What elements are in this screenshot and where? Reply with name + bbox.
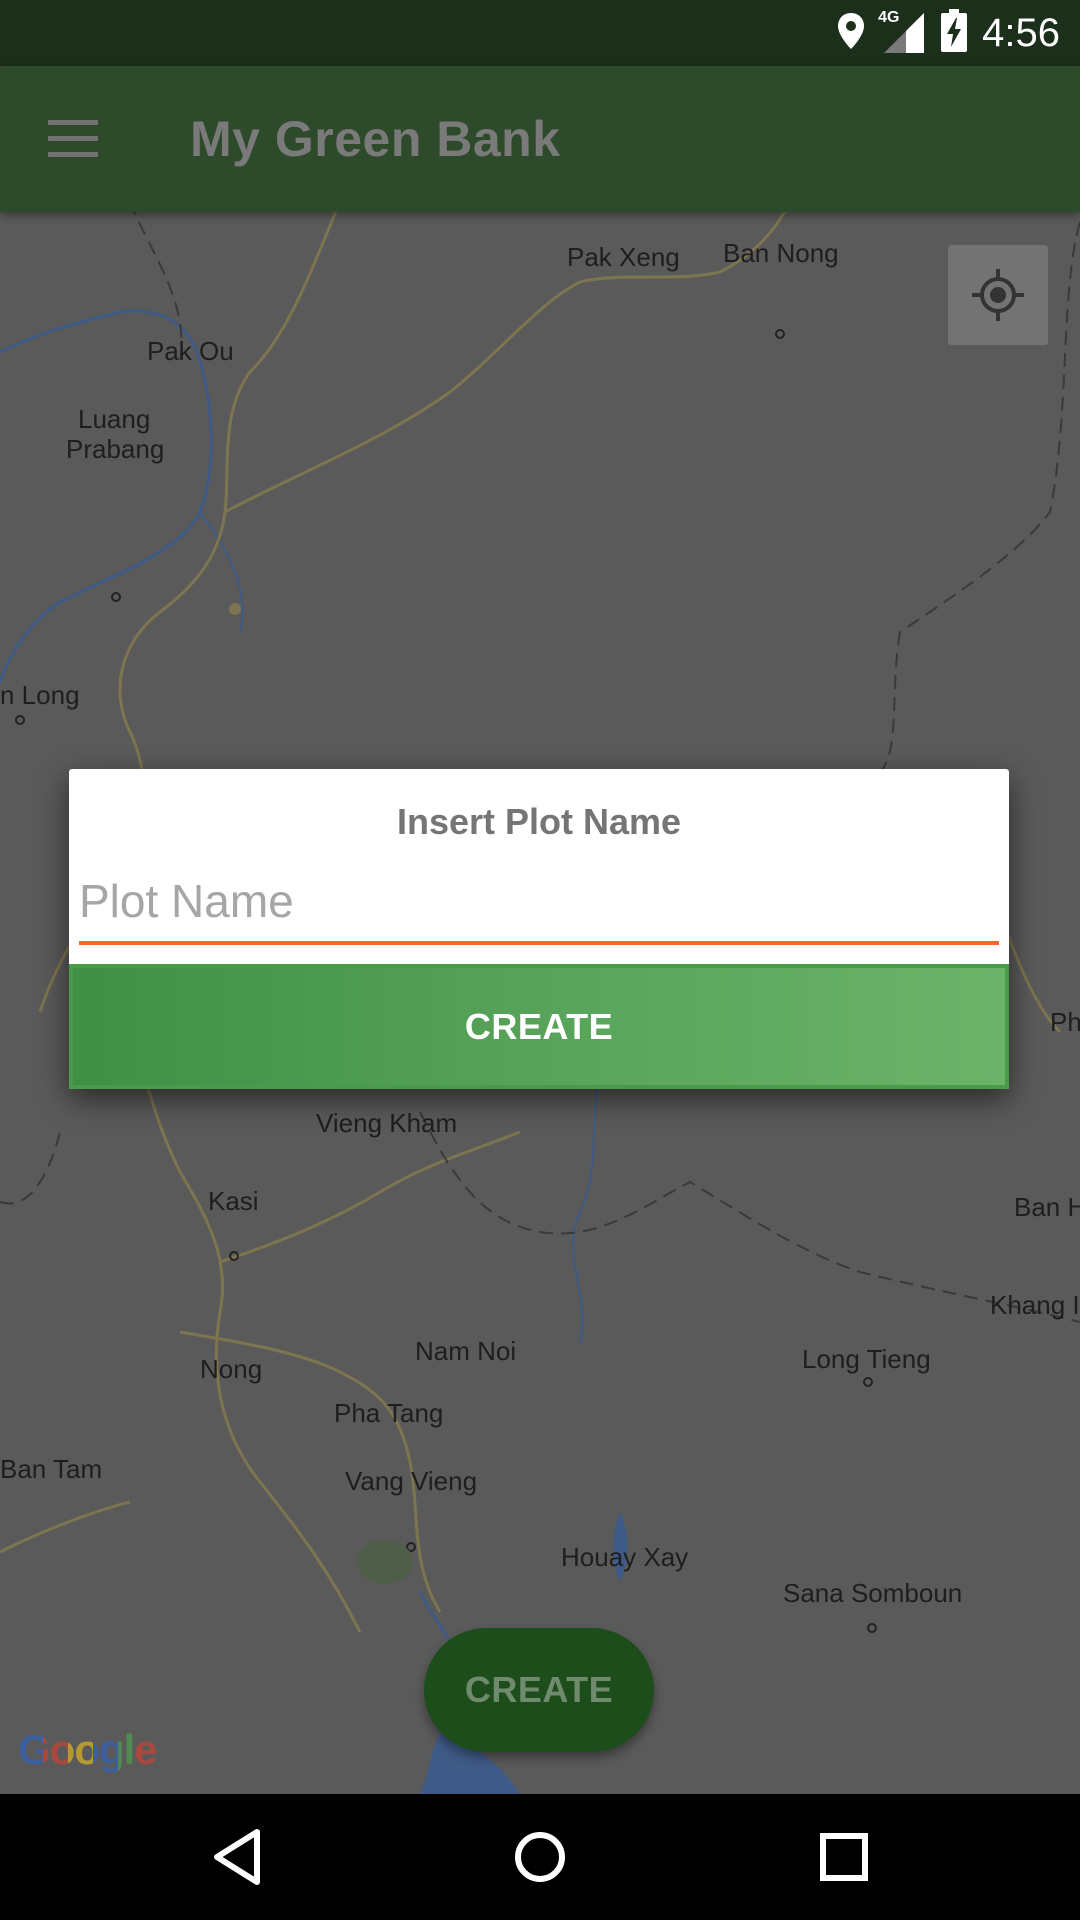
create-button[interactable]: CREATE: [69, 964, 1009, 1089]
map-label: Nam Noi: [415, 1336, 517, 1366]
map-label: Luang: [78, 404, 151, 434]
my-location-icon: [972, 269, 1024, 321]
my-location-button[interactable]: [948, 245, 1048, 345]
google-logo-text: Google: [18, 1726, 158, 1773]
map-label: Nong: [200, 1354, 263, 1384]
map-label: Sana Somboun: [783, 1578, 963, 1608]
status-time: 4:56: [982, 10, 1060, 55]
network-type-label: 4G: [878, 9, 900, 26]
map-label: Vieng Kham: [316, 1108, 458, 1138]
map-label: Khang I: [990, 1290, 1080, 1320]
signal-icon: 4G: [878, 9, 926, 55]
create-plot-fab[interactable]: CREATE: [424, 1628, 654, 1752]
map-label: Prabang: [66, 434, 165, 464]
map-label: Pha Tang: [334, 1398, 444, 1428]
map-label: Houay Xay: [561, 1542, 689, 1572]
battery-charging-icon: [940, 8, 968, 58]
map-label: Ph: [1050, 1007, 1080, 1037]
app-title: My Green Bank: [190, 111, 561, 167]
hamburger-menu-icon[interactable]: [48, 120, 98, 158]
app-bar: My Green Bank: [0, 66, 1080, 212]
insert-plot-dialog: Insert Plot Name CREATE: [69, 769, 1009, 1089]
map-label: Ban H: [1014, 1192, 1080, 1222]
status-bar: 4G 4:56: [0, 0, 1080, 66]
navigation-bar: [0, 1794, 1080, 1920]
dialog-title: Insert Plot Name: [396, 801, 682, 842]
map-label: Long Tieng: [802, 1344, 931, 1374]
google-logo: Google: [18, 1726, 158, 1774]
map-label: Vang Vieng: [345, 1466, 478, 1496]
location-icon: [836, 11, 866, 56]
map-label: Pak Ou: [147, 336, 234, 366]
map-label: Ban Nong: [723, 238, 839, 268]
recents-icon[interactable]: [811, 1824, 877, 1890]
home-icon[interactable]: [507, 1824, 573, 1890]
map-label: n Long: [0, 680, 80, 710]
map-label: Pak Xeng: [567, 242, 680, 272]
map-label: Ban Tam: [0, 1454, 103, 1484]
status-icons: 4G 4:56: [836, 0, 1060, 66]
input-underline: [79, 941, 999, 945]
plot-name-input[interactable]: [79, 869, 999, 933]
back-icon[interactable]: [205, 1824, 271, 1890]
map-label: Kasi: [208, 1186, 259, 1216]
